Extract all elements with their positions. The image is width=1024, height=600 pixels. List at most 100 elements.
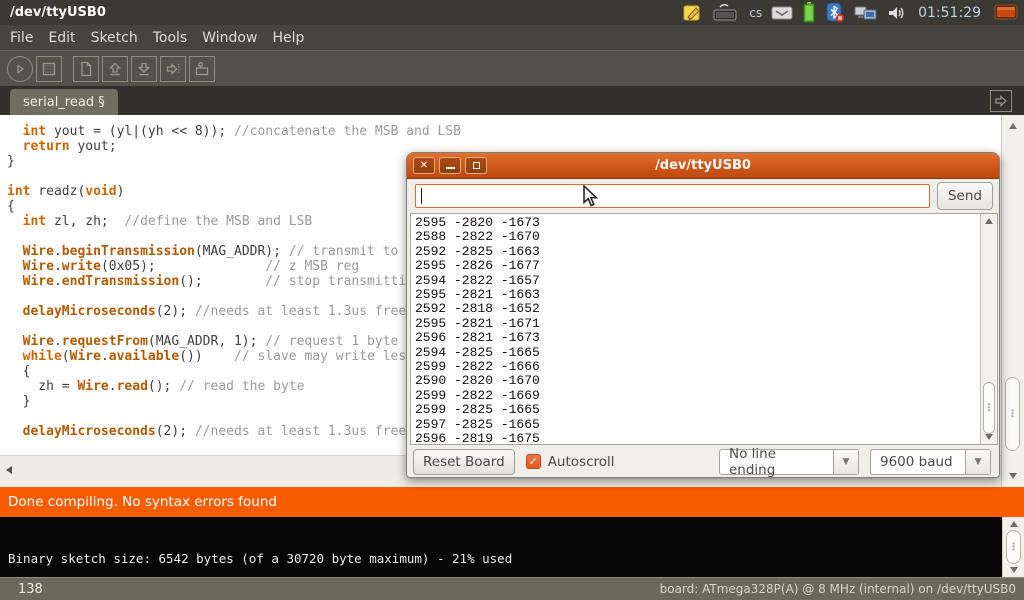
- window-controls: ✕: [407, 157, 487, 174]
- scroll-up-arrow-icon[interactable]: [985, 218, 993, 224]
- menu-window[interactable]: Window: [202, 30, 257, 46]
- reset-board-button[interactable]: Reset Board: [413, 449, 515, 475]
- serial-line: 2599 -2825 -1665: [415, 403, 540, 417]
- serial-monitor-icon: [194, 61, 210, 77]
- console-output: Binary sketch size: 6542 bytes (of a 307…: [8, 551, 512, 566]
- tab-label: serial_read §: [23, 95, 105, 110]
- serial-monitor-titlebar[interactable]: /dev/ttyUSB0 ✕: [407, 153, 999, 179]
- menu-tools[interactable]: Tools: [153, 30, 188, 46]
- upload-icon: [165, 61, 181, 77]
- new-icon: [78, 61, 94, 77]
- menu-file[interactable]: File: [10, 30, 33, 46]
- minimize-button[interactable]: [439, 157, 461, 174]
- menu-help[interactable]: Help: [272, 30, 304, 46]
- serial-line: 2594 -2822 -1657: [415, 274, 540, 288]
- serial-line: 2592 -2825 -1663: [415, 245, 540, 259]
- chevron-down-icon[interactable]: ▼: [833, 450, 858, 474]
- scroll-up-arrow-icon[interactable]: [1009, 123, 1017, 129]
- status-message: Done compiling. No syntax errors found: [8, 494, 277, 510]
- serial-line: 2595 -2826 -1677: [415, 259, 540, 273]
- board-info: board: ATmega328P(A) @ 8 MHz (internal) …: [660, 582, 1024, 596]
- toolbar: [0, 50, 1024, 86]
- serial-line: 2595 -2821 -1671: [415, 317, 540, 331]
- network-icon[interactable]: [854, 3, 878, 23]
- save-icon: [136, 61, 152, 77]
- keyboard-icon[interactable]: [712, 3, 738, 23]
- code-line: int yout = (yl|(yh << 8)); //concatenate…: [7, 124, 531, 139]
- serial-line: 2588 -2822 -1670: [415, 230, 540, 244]
- scroll-up-arrow-icon[interactable]: [1010, 521, 1018, 527]
- clock[interactable]: 01:51:29: [914, 5, 985, 21]
- serial-line: 2596 -2819 -1675: [415, 432, 540, 445]
- baud-rate-dropdown[interactable]: 9600 baud ▼: [870, 449, 991, 475]
- scrollbar-thumb[interactable]: •••: [1006, 530, 1021, 564]
- serial-line: 2597 -2825 -1665: [415, 418, 540, 432]
- top-panel: /dev/ttyUSB0 cs 01:51:: [0, 0, 1024, 25]
- maximize-icon: [473, 162, 480, 169]
- menu-bar: File Edit Sketch Tools Window Help: [0, 25, 1024, 50]
- footer-status-line: 138 board: ATmega328P(A) @ 8 MHz (intern…: [0, 577, 1024, 600]
- line-number: 138: [0, 582, 43, 597]
- bluetooth-icon[interactable]: [825, 2, 845, 23]
- scrollbar-thumb[interactable]: •••: [1005, 377, 1020, 451]
- serial-input-row: Send: [407, 179, 999, 213]
- serial-line: 2595 -2820 -1673: [415, 216, 540, 230]
- console: Binary sketch size: 6542 bytes (of a 307…: [0, 517, 1024, 577]
- serial-line: 2599 -2822 -1669: [415, 389, 540, 403]
- maximize-button[interactable]: [465, 157, 487, 174]
- open-button[interactable]: [102, 56, 128, 82]
- text-caret: [421, 188, 422, 204]
- scroll-down-arrow-icon[interactable]: [1010, 567, 1018, 573]
- serial-output-lines: 2595 -2820 -16732588 -2822 -16702592 -28…: [415, 216, 540, 445]
- scroll-down-arrow-icon[interactable]: [1009, 473, 1017, 479]
- mail-icon[interactable]: [771, 5, 793, 21]
- window-title: /dev/ttyUSB0: [0, 5, 106, 20]
- serial-line: 2595 -2821 -1663: [415, 288, 540, 302]
- send-button[interactable]: Send: [937, 182, 993, 210]
- upload-button[interactable]: [160, 56, 186, 82]
- scroll-down-arrow-icon[interactable]: [985, 434, 993, 440]
- menu-sketch[interactable]: Sketch: [91, 30, 138, 46]
- autoscroll-checkbox[interactable]: ✓: [526, 454, 541, 469]
- minimize-icon: [446, 167, 455, 169]
- console-scrollbar[interactable]: •••: [1002, 517, 1024, 577]
- tab-serial-read[interactable]: serial_read §: [10, 89, 118, 115]
- new-button[interactable]: [73, 56, 99, 82]
- serial-send-input[interactable]: [415, 184, 930, 208]
- new-tab-button[interactable]: [990, 90, 1012, 112]
- arduino-ide-screen: /dev/ttyUSB0 cs 01:51:: [0, 0, 1024, 600]
- serial-monitor-title: /dev/ttyUSB0: [407, 158, 999, 173]
- baud-rate-value: 9600 baud: [871, 450, 965, 474]
- serial-monitor-controls: Reset Board ✓ Autoscroll No line ending …: [407, 445, 999, 478]
- session-icon[interactable]: [994, 3, 1018, 23]
- scrollbar-thumb[interactable]: •••: [983, 382, 995, 434]
- line-ending-value: No line ending: [720, 450, 833, 474]
- volume-icon[interactable]: [887, 4, 905, 22]
- verify-icon: [12, 61, 28, 77]
- autoscroll-label: Autoscroll: [548, 454, 615, 470]
- serial-line: 2594 -2825 -1665: [415, 346, 540, 360]
- chevron-down-icon[interactable]: ▼: [965, 450, 990, 474]
- close-button[interactable]: ✕: [413, 157, 435, 174]
- menu-edit[interactable]: Edit: [48, 30, 75, 46]
- serial-monitor-button[interactable]: [189, 56, 215, 82]
- stop-icon: [41, 61, 57, 77]
- save-button[interactable]: [131, 56, 157, 82]
- serial-output-area[interactable]: 2595 -2820 -16732588 -2822 -16702592 -28…: [410, 213, 998, 445]
- serial-monitor-window: /dev/ttyUSB0 ✕ Send 2595 -2820 -16732588…: [406, 152, 1000, 478]
- serial-line: 2599 -2822 -1666: [415, 360, 540, 374]
- note-icon[interactable]: [683, 3, 703, 23]
- serial-line: 2592 -2818 -1652: [415, 302, 540, 316]
- serial-line: 2590 -2820 -1670: [415, 374, 540, 388]
- editor-vertical-scrollbar[interactable]: •••: [1001, 115, 1024, 487]
- serial-line: 2596 -2821 -1673: [415, 331, 540, 345]
- open-icon: [107, 61, 123, 77]
- system-tray: cs 01:51:29: [683, 2, 1024, 23]
- serial-scrollbar[interactable]: •••: [980, 214, 997, 444]
- battery-icon[interactable]: [802, 2, 816, 23]
- keyboard-layout-label[interactable]: cs: [749, 6, 762, 20]
- stop-button[interactable]: [36, 56, 62, 82]
- line-ending-dropdown[interactable]: No line ending ▼: [719, 449, 859, 475]
- verify-button[interactable]: [7, 56, 33, 82]
- scroll-left-arrow-icon[interactable]: [6, 466, 12, 474]
